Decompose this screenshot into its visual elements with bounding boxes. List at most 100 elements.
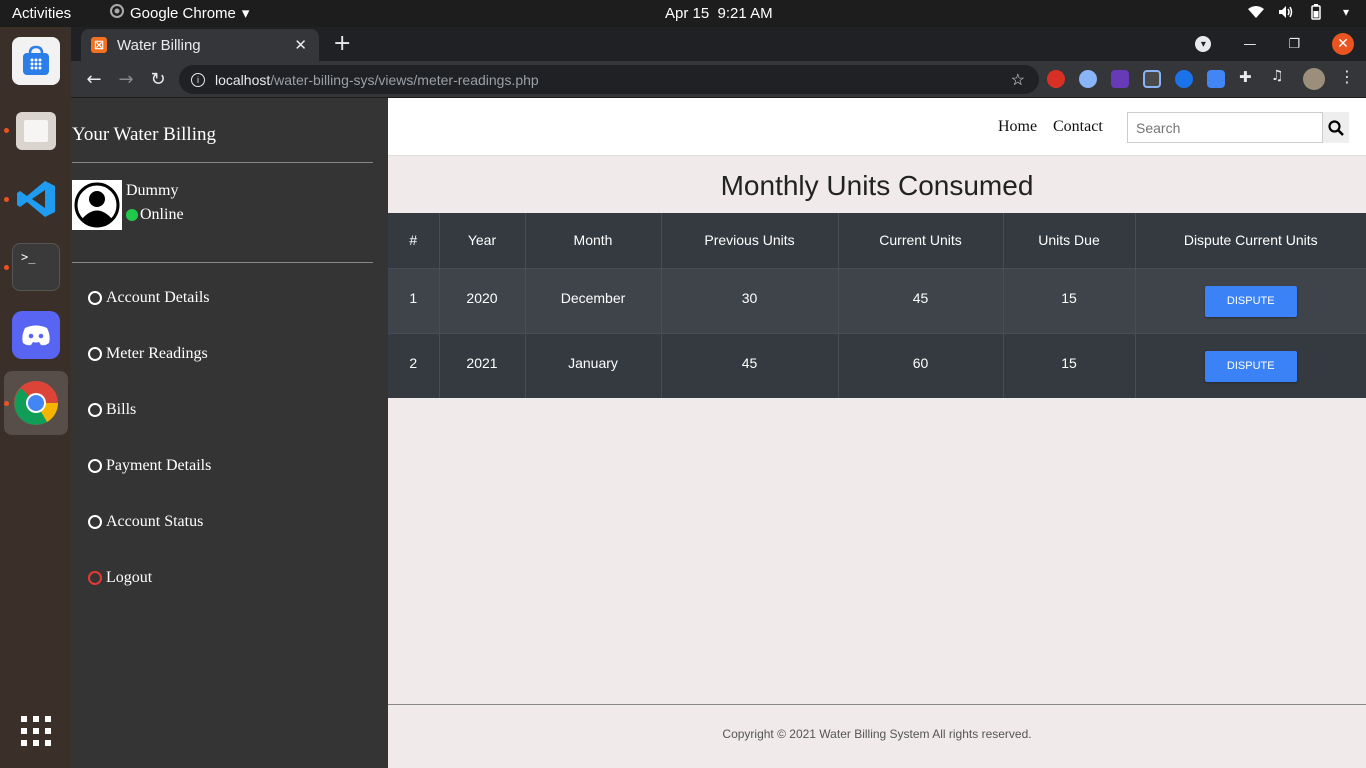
terminal-icon[interactable]: >_ xyxy=(12,243,60,291)
sidebar-item-label: Meter Readings xyxy=(106,345,208,362)
cell-previous-units: 45 xyxy=(661,332,839,398)
sidebar-item-label: Bills xyxy=(106,401,137,418)
battery-icon[interactable] xyxy=(1308,4,1324,20)
cell-dispute: DISPUTE xyxy=(1135,267,1366,333)
cell-current-units: 45 xyxy=(838,267,1004,333)
reload-icon[interactable]: ↻ xyxy=(147,69,169,90)
cell-month: January xyxy=(525,332,662,398)
new-tab-button[interactable]: + xyxy=(333,31,351,56)
close-tab-icon[interactable]: ✕ xyxy=(294,36,307,54)
copyright-text: Copyright © 2021 Water Billing System Al… xyxy=(722,727,1032,741)
dispute-button[interactable]: DISPUTE xyxy=(1204,350,1297,382)
discord-icon[interactable] xyxy=(12,311,60,359)
column-header: Month xyxy=(525,213,662,269)
column-header: Current Units xyxy=(838,213,1004,269)
column-header: # xyxy=(388,213,440,269)
sidebar-item-account-details[interactable]: Account Details xyxy=(88,289,210,307)
system-top-bar: Activities Google Chrome ▾ Apr 15 9:21 A… xyxy=(0,0,1366,27)
dock: >_ xyxy=(0,27,71,768)
sidebar-item-bills[interactable]: Bills xyxy=(88,401,136,419)
top-navbar: Home Contact xyxy=(388,98,1366,156)
user-status: Online xyxy=(126,206,184,224)
volume-icon[interactable] xyxy=(1278,4,1294,20)
forward-arrow-icon[interactable]: → xyxy=(115,69,137,90)
circle-icon xyxy=(88,403,102,417)
circle-icon xyxy=(88,459,102,473)
brand-title[interactable]: Your Water Billing xyxy=(72,124,216,146)
table-row: 1 2020 December 30 45 15 DISPUTE xyxy=(388,267,1366,333)
divider xyxy=(72,262,373,263)
sidebar: Your Water Billing Dummy Online Account … xyxy=(71,98,388,768)
media-control-icon[interactable]: ♫ xyxy=(1271,68,1289,86)
browser-tab[interactable]: ☒ Water Billing ✕ xyxy=(81,29,319,61)
dock-running-indicator xyxy=(4,265,9,270)
software-store-icon[interactable] xyxy=(12,37,60,85)
info-icon[interactable]: i xyxy=(191,72,205,87)
sidebar-item-logout[interactable]: Logout xyxy=(88,569,152,587)
url-host: localhost xyxy=(215,71,271,88)
nav-home-link[interactable]: Home xyxy=(998,118,1037,136)
address-bar[interactable]: i localhost/water-billing-sys/views/mete… xyxy=(179,65,1039,94)
sidebar-item-label: Payment Details xyxy=(106,457,212,474)
wifi-icon[interactable] xyxy=(1248,4,1264,20)
clock[interactable]: Apr 15 9:21 AM xyxy=(665,5,773,22)
cell-units-due: 15 xyxy=(1003,332,1136,398)
cell-units-due: 15 xyxy=(1003,267,1136,333)
tab-search-icon[interactable]: ▾ xyxy=(1195,36,1212,52)
avatar xyxy=(72,180,122,230)
close-window-icon[interactable]: ✕ xyxy=(1332,33,1354,55)
chevron-down-icon: ▾ xyxy=(241,5,250,22)
search-input[interactable] xyxy=(1127,112,1323,143)
table-row: 2 2021 January 45 60 15 DISPUTE xyxy=(388,332,1366,398)
cell-number: 1 xyxy=(388,267,440,333)
menu-kebab-icon[interactable]: ⋮ xyxy=(1339,67,1357,86)
sidebar-item-meter-readings[interactable]: Meter Readings xyxy=(88,345,208,363)
app-name: Google Chrome xyxy=(130,4,236,22)
sidebar-item-account-status[interactable]: Account Status xyxy=(88,513,203,531)
app-menu[interactable]: Google Chrome ▾ xyxy=(110,4,249,22)
profile-avatar[interactable] xyxy=(1303,68,1325,90)
tab-title: Water Billing xyxy=(117,36,201,54)
extension-camera-icon[interactable] xyxy=(1143,70,1161,88)
dock-running-indicator xyxy=(4,401,9,406)
sidebar-item-payment-details[interactable]: Payment Details xyxy=(88,457,211,475)
cell-number: 2 xyxy=(388,332,440,398)
cell-month: December xyxy=(525,267,662,333)
column-header: Previous Units xyxy=(661,213,839,269)
user-status-label: Online xyxy=(140,206,184,223)
bookmark-star-icon[interactable]: ☆ xyxy=(1011,70,1025,90)
browser-tab-strip: ☒ Water Billing ✕ + ▾ — ❐ ✕ xyxy=(71,27,1366,61)
back-arrow-icon[interactable]: ← xyxy=(83,69,105,90)
cell-current-units: 60 xyxy=(838,332,1004,398)
online-status-icon xyxy=(126,209,138,221)
extension-layers-icon[interactable] xyxy=(1111,70,1129,88)
search-button[interactable] xyxy=(1323,112,1349,143)
circle-icon xyxy=(88,291,102,305)
files-icon[interactable] xyxy=(12,107,60,155)
dock-running-indicator xyxy=(4,197,9,202)
show-applications-icon[interactable] xyxy=(12,707,60,755)
cell-previous-units: 30 xyxy=(661,267,839,333)
extension-stop-icon[interactable] xyxy=(1047,70,1065,88)
user-name: Dummy xyxy=(126,182,179,199)
activities-button[interactable]: Activities xyxy=(12,5,71,22)
chevron-down-icon[interactable]: ▾ xyxy=(1338,4,1354,20)
sidebar-item-label: Account Status xyxy=(106,513,204,530)
extension-plane-icon[interactable] xyxy=(1175,70,1193,88)
extensions-puzzle-icon[interactable]: ✚ xyxy=(1239,68,1257,86)
chrome-icon[interactable] xyxy=(12,379,60,427)
dispute-button[interactable]: DISPUTE xyxy=(1204,285,1297,317)
dock-running-indicator xyxy=(4,128,9,133)
url-path: /water-billing-sys/views/meter-readings.… xyxy=(270,71,539,88)
extension-doc-icon[interactable] xyxy=(1207,70,1225,88)
sidebar-item-label: Logout xyxy=(106,569,153,586)
footer: Copyright © 2021 Water Billing System Al… xyxy=(388,704,1366,768)
browser-toolbar: ← → ↻ i localhost/water-billing-sys/view… xyxy=(71,61,1366,98)
minimize-icon[interactable]: — xyxy=(1243,37,1256,52)
nav-contact-link[interactable]: Contact xyxy=(1053,118,1103,136)
column-header: Units Due xyxy=(1003,213,1136,269)
extension-circle-icon[interactable] xyxy=(1079,70,1097,88)
system-tray[interactable]: ▾ xyxy=(1248,4,1354,20)
restore-icon[interactable]: ❐ xyxy=(1288,37,1300,52)
vscode-icon[interactable] xyxy=(12,175,60,223)
